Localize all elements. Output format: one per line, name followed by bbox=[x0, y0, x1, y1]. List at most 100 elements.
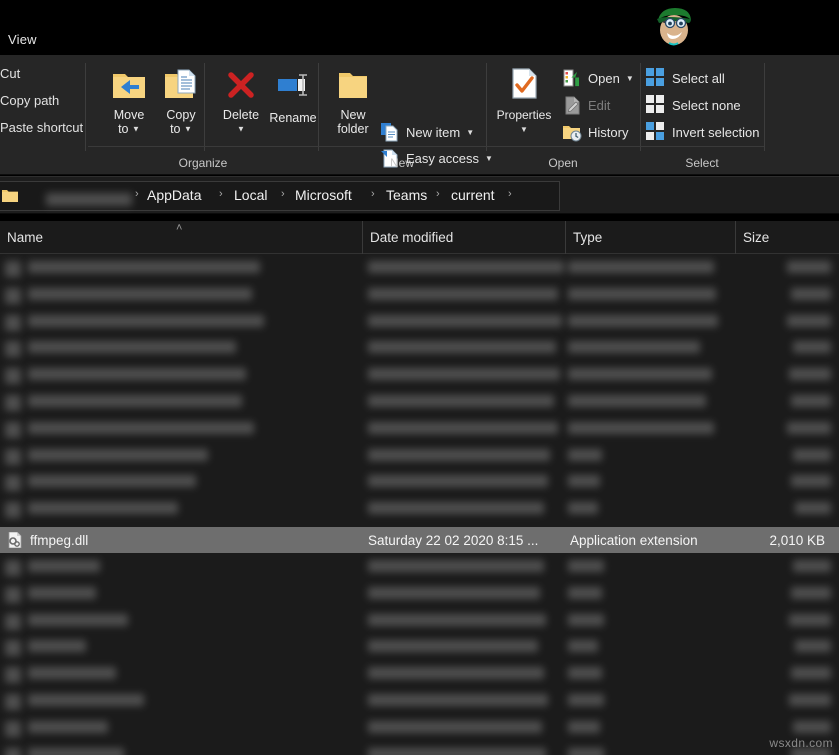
redacted-cell bbox=[368, 613, 546, 626]
group-divider bbox=[85, 63, 86, 151]
redacted-cell bbox=[787, 421, 831, 434]
cell-type: Application extension bbox=[570, 532, 698, 548]
breadcrumb-microsoft[interactable]: Microsoft bbox=[295, 187, 352, 203]
table-row[interactable] bbox=[0, 256, 839, 282]
file-type-icon bbox=[5, 368, 21, 385]
file-type-icon bbox=[5, 261, 21, 277]
button-label-2: to bbox=[170, 122, 181, 136]
table-row[interactable] bbox=[0, 497, 839, 523]
ribbon-button-cut[interactable]: Cut bbox=[0, 66, 20, 81]
ribbon-button-copy-path[interactable]: Copy path bbox=[0, 93, 59, 108]
redacted-cell bbox=[368, 287, 558, 300]
table-row[interactable] bbox=[0, 582, 839, 608]
group-rule bbox=[88, 146, 318, 147]
edit-icon bbox=[562, 95, 582, 115]
dll-file-icon bbox=[7, 531, 23, 549]
table-row[interactable] bbox=[0, 390, 839, 416]
file-type-icon bbox=[5, 560, 21, 576]
group-rule bbox=[486, 146, 640, 147]
redacted-cell bbox=[793, 341, 831, 354]
redacted-cell bbox=[568, 720, 600, 733]
redacted-cell bbox=[28, 287, 252, 300]
file-type-icon bbox=[5, 667, 21, 684]
table-row[interactable] bbox=[0, 470, 839, 496]
redacted-cell bbox=[368, 475, 548, 488]
redacted-cell bbox=[368, 261, 564, 273]
ribbon-button-edit[interactable]: Edit bbox=[562, 92, 610, 118]
ribbon-button-properties[interactable]: Properties ▼ bbox=[488, 65, 560, 137]
button-label: Copy bbox=[166, 108, 196, 122]
redacted-cell bbox=[28, 368, 246, 381]
redacted-cell bbox=[568, 341, 700, 354]
cell-date-modified: Saturday 22 02 2020 8:15 ... bbox=[368, 532, 539, 548]
file-list[interactable]: ffmpeg.dll Saturday 22 02 2020 8:15 ... … bbox=[0, 254, 839, 755]
table-row[interactable] bbox=[0, 609, 839, 635]
title-bar: View bbox=[0, 0, 839, 55]
chevron-down-icon[interactable]: ▼ bbox=[520, 125, 528, 134]
chevron-down-icon[interactable]: ▼ bbox=[626, 74, 634, 83]
table-row[interactable] bbox=[0, 555, 839, 581]
open-icon bbox=[562, 68, 582, 88]
redacted-cell bbox=[28, 640, 86, 653]
table-row[interactable] bbox=[0, 417, 839, 443]
table-row[interactable] bbox=[0, 444, 839, 470]
ribbon-button-paste-shortcut[interactable]: Paste shortcut bbox=[0, 120, 83, 135]
column-header-type[interactable]: Type bbox=[565, 221, 735, 254]
breadcrumb-separator: › bbox=[436, 188, 440, 200]
column-header-date-modified[interactable]: Date modified bbox=[362, 221, 565, 254]
redacted-cell bbox=[568, 395, 706, 407]
table-row[interactable] bbox=[0, 635, 839, 661]
column-header-row: Name Date modified Type Size ˄ bbox=[0, 221, 839, 254]
breadcrumb-current[interactable]: current bbox=[451, 187, 495, 203]
table-row[interactable] bbox=[0, 363, 839, 389]
chevron-down-icon[interactable]: ▼ bbox=[132, 125, 140, 134]
table-row[interactable] bbox=[0, 283, 839, 309]
ribbon-button-rename[interactable]: Rename bbox=[262, 65, 324, 125]
redacted-cell bbox=[793, 720, 831, 733]
ribbon-button-history[interactable]: History bbox=[562, 119, 628, 145]
table-row[interactable] bbox=[0, 336, 839, 362]
file-type-icon bbox=[5, 287, 21, 304]
button-label: History bbox=[588, 124, 629, 140]
table-row[interactable] bbox=[0, 716, 839, 742]
redacted-cell bbox=[791, 287, 831, 300]
ribbon-group-open: Properties ▼ Open ▼ Edit History Open bbox=[486, 55, 640, 175]
cell-size: 2,010 KB bbox=[769, 532, 825, 548]
button-label: Properties bbox=[496, 108, 552, 122]
button-label: Select all bbox=[672, 70, 725, 86]
button-label: Rename bbox=[269, 111, 317, 125]
ribbon-button-copy-to[interactable]: Copy to ▼ bbox=[150, 65, 212, 137]
ribbon-group-label-new: New bbox=[389, 156, 414, 170]
breadcrumb-teams[interactable]: Teams bbox=[386, 187, 427, 203]
breadcrumb-local[interactable]: Local bbox=[234, 187, 267, 203]
chevron-down-icon[interactable]: ▼ bbox=[237, 125, 245, 134]
ribbon-button-select-all[interactable]: Select all bbox=[646, 65, 725, 91]
redacted-cell bbox=[368, 694, 548, 706]
ribbon-button-select-none[interactable]: Select none bbox=[646, 92, 741, 118]
cell-file-name: ffmpeg.dll bbox=[30, 532, 89, 548]
redacted-cell bbox=[28, 586, 96, 599]
ribbon-button-new-folder[interactable]: New folder bbox=[322, 65, 384, 136]
table-row[interactable] bbox=[0, 662, 839, 688]
redacted-cell bbox=[368, 448, 550, 461]
chevron-down-icon[interactable]: ▼ bbox=[184, 125, 192, 134]
table-row[interactable] bbox=[0, 743, 839, 755]
table-row[interactable] bbox=[0, 310, 839, 336]
breadcrumb-separator: › bbox=[135, 188, 139, 200]
redacted-cell bbox=[568, 747, 604, 755]
tab-view[interactable]: View bbox=[8, 33, 37, 46]
button-label-2: to bbox=[118, 122, 129, 136]
ribbon-button-open[interactable]: Open ▼ bbox=[562, 65, 634, 91]
ribbon-button-new-item[interactable]: New item ▼ bbox=[380, 119, 474, 145]
table-row-selected[interactable]: ffmpeg.dll Saturday 22 02 2020 8:15 ... … bbox=[0, 527, 839, 553]
redacted-cell bbox=[795, 502, 831, 515]
copy-to-folder-icon bbox=[150, 65, 212, 105]
chevron-down-icon[interactable]: ▼ bbox=[466, 128, 474, 137]
breadcrumb-appdata[interactable]: AppData bbox=[147, 187, 201, 203]
redacted-cell bbox=[28, 502, 178, 515]
redacted-cell bbox=[368, 747, 546, 755]
button-label: Move bbox=[113, 108, 145, 122]
ribbon-button-invert-selection[interactable]: Invert selection bbox=[646, 119, 759, 145]
column-header-size[interactable]: Size bbox=[735, 221, 839, 254]
table-row[interactable] bbox=[0, 689, 839, 715]
